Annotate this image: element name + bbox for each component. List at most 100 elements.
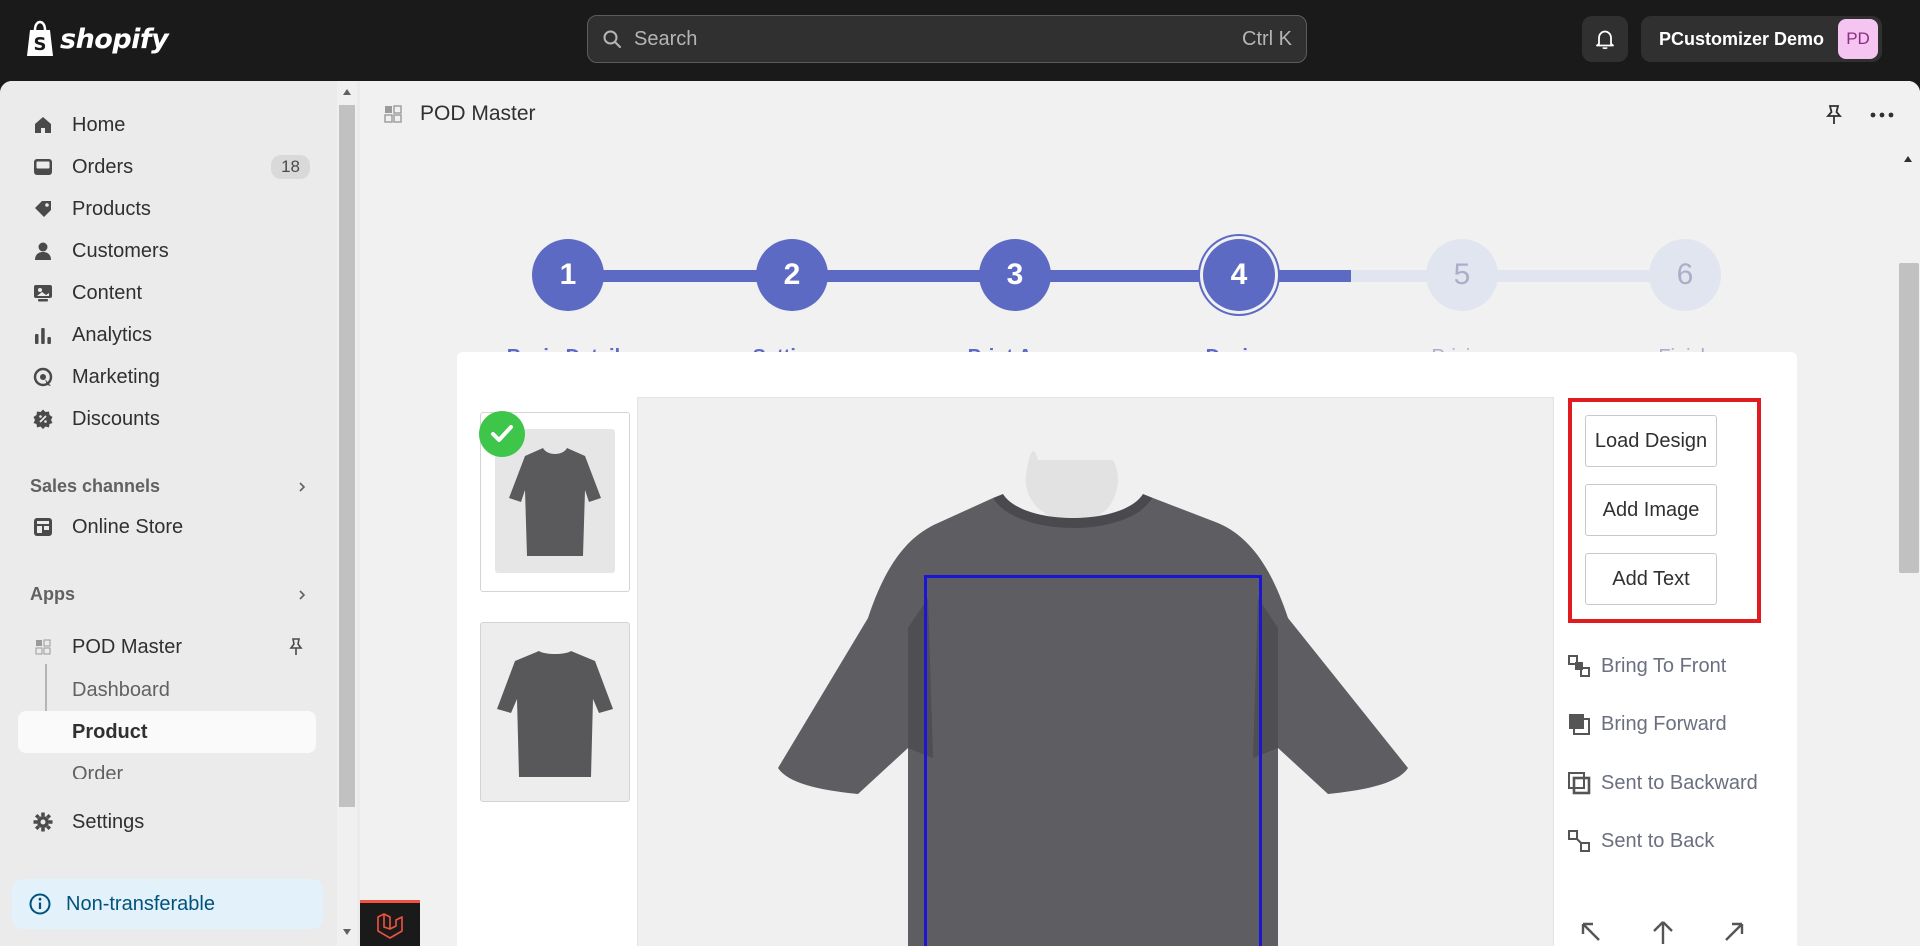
chevron-right-icon [299,481,306,492]
app-grid-icon [32,636,54,658]
notifications-button[interactable] [1582,16,1628,62]
sidebar-scrollbar[interactable] [337,81,357,946]
scroll-down-icon[interactable] [342,928,352,936]
scroll-up-icon[interactable] [342,88,352,96]
svg-text:S: S [34,34,47,55]
sidebar-item-pod-master[interactable]: POD Master [18,627,316,667]
store-icon [32,516,54,538]
brand-name: shopify [60,23,169,55]
front-view-thumbnail[interactable] [479,411,630,592]
analytics-icon [32,324,54,346]
arrow-up-icon[interactable] [1649,918,1677,946]
sidebar-item-label: Marketing [72,365,160,388]
print-area-box[interactable] [924,575,1262,946]
sales-channels-label: Sales channels [30,476,161,496]
marketing-icon [32,366,54,388]
back-view-thumbnail[interactable] [480,622,630,802]
non-transferable-label: Non-transferable [66,892,215,915]
bring-to-front-icon [1568,655,1590,677]
laravel-debugbar-button[interactable] [360,900,420,946]
chevron-right-icon [299,589,306,600]
sales-channels-header[interactable]: Sales channels [30,476,308,497]
info-icon [29,893,51,915]
tag-icon [32,198,54,220]
bring-forward-button[interactable]: Bring Forward [1567,712,1727,736]
sidebar: Home Orders 18 Products Customers Conten… [0,81,335,946]
sidebar-subitem-product[interactable]: Product [72,721,148,744]
sidebar-subitem-dashboard[interactable]: Dashboard [72,679,170,702]
sent-to-backward-button[interactable]: Sent to Backward [1567,771,1758,795]
home-icon [32,114,54,136]
laravel-logo-icon [377,912,403,939]
arrow-up-right-icon[interactable] [1720,918,1748,946]
step-5-circle[interactable]: 5 [1426,239,1498,311]
scrollbar-thumb[interactable] [1899,263,1919,573]
bring-forward-icon [1569,714,1590,735]
sidebar-item-label: Online Store [72,515,184,538]
sidebar-item-label: Analytics [72,323,153,346]
gear-icon [32,811,54,833]
bring-to-front-button[interactable]: Bring To Front [1567,654,1726,678]
top-bar: S shopify Search Ctrl K PCustomizer Demo… [0,0,1920,81]
add-text-button[interactable]: Add Text [1585,553,1717,605]
shopify-logo[interactable]: S shopify [24,20,169,58]
step-4-circle[interactable]: 4 [1203,239,1275,311]
step-1-circle[interactable]: 1 [532,239,604,311]
shopify-bag-icon: S [27,20,53,56]
sidebar-item-discounts[interactable]: Discounts [18,399,316,439]
app-grid-icon [384,105,402,123]
load-design-button[interactable]: Load Design [1585,415,1717,467]
apps-header[interactable]: Apps [30,584,308,605]
pin-icon[interactable] [286,637,306,657]
sidebar-item-label: Customers [72,239,169,262]
bell-icon [1596,30,1614,50]
arrow-up-left-icon[interactable] [1577,918,1605,946]
step-6-circle[interactable]: 6 [1649,239,1721,311]
sent-to-backward-label: Sent to Backward [1601,771,1758,794]
bring-forward-label: Bring Forward [1601,712,1727,735]
sidebar-item-customers[interactable]: Customers [18,231,316,271]
design-actions-group: Load Design Add Image Add Text [1568,398,1761,623]
sidebar-item-label: Settings [72,810,145,833]
sidebar-item-home[interactable]: Home [18,105,316,145]
sidebar-item-label: Content [72,281,143,304]
sidebar-item-settings[interactable]: Settings [18,802,316,842]
scrollbar-thumb[interactable] [339,105,355,807]
pin-icon[interactable] [1822,103,1846,127]
step-3-circle[interactable]: 3 [979,239,1051,311]
sidebar-item-analytics[interactable]: Analytics [18,315,316,355]
avatar: PD [1838,19,1878,59]
sidebar-item-content[interactable]: Content [18,273,316,313]
account-menu-button[interactable]: PCustomizer Demo PD [1641,16,1882,62]
sent-to-back-label: Sent to Back [1601,829,1715,852]
more-actions-icon[interactable] [1868,103,1896,127]
orders-count-badge: 18 [271,155,310,179]
sidebar-item-label: Discounts [72,407,160,430]
account-name: PCustomizer Demo [1659,28,1825,49]
sidebar-item-marketing[interactable]: Marketing [18,357,316,397]
content-scrollbar[interactable] [1896,147,1920,946]
step-2-circle[interactable]: 2 [756,239,828,311]
search-shortcut: Ctrl K [1242,27,1292,50]
sidebar-item-label: Products [72,197,151,220]
sidebar-item-products[interactable]: Products [18,189,316,229]
search-input[interactable]: Search Ctrl K [587,15,1307,63]
send-backward-icon [1568,772,1591,795]
sidebar-subitem-order[interactable]: Order [72,763,123,779]
thumbnail-image [481,623,629,801]
search-icon [603,30,621,48]
add-image-button[interactable]: Add Image [1585,484,1717,536]
page-title: POD Master [420,102,536,125]
tshirt-front-icon [509,439,601,556]
sidebar-item-label: Orders [72,155,134,178]
sidebar-item-orders[interactable]: Orders 18 [18,147,316,187]
sent-to-back-button[interactable]: Sent to Back [1567,829,1714,853]
search-placeholder: Search [634,27,698,50]
sidebar-item-online-store[interactable]: Online Store [18,507,316,547]
apps-label: Apps [30,584,75,604]
person-icon [32,240,54,262]
non-transferable-banner[interactable]: Non-transferable [12,879,323,929]
scroll-up-icon[interactable] [1903,155,1913,163]
sidebar-subitem-active-bg [18,711,316,753]
orders-icon [32,156,54,178]
